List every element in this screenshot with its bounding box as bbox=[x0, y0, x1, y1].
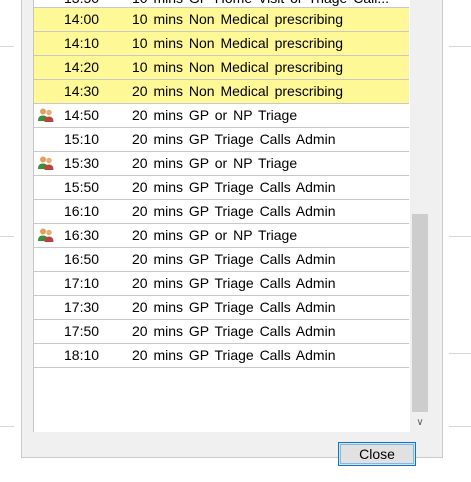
background-gridline bbox=[0, 426, 14, 427]
slot-time: 18:10 bbox=[64, 347, 100, 363]
slot-time: 17:30 bbox=[64, 299, 100, 315]
slot-row[interactable]: 17:10 20 mins GP Triage Calls Admin bbox=[34, 272, 409, 296]
slot-description: 20 mins GP Triage Calls Admin bbox=[132, 323, 336, 339]
slot-row[interactable]: 14:20 10 mins Non Medical prescribing bbox=[34, 56, 409, 80]
slot-description: 20 mins GP or NP Triage bbox=[132, 107, 298, 123]
slot-description: 20 mins GP Triage Calls Admin bbox=[132, 203, 336, 219]
background-gridline bbox=[449, 236, 471, 237]
background-gridline bbox=[449, 46, 471, 47]
slot-row[interactable]: 17:30 20 mins GP Triage Calls Admin bbox=[34, 296, 409, 320]
slot-description: 20 mins GP Triage Calls Admin bbox=[132, 131, 336, 147]
slot-row[interactable]: 16:50 20 mins GP Triage Calls Admin bbox=[34, 248, 409, 272]
slot-description: 20 mins Non Medical prescribing bbox=[132, 83, 344, 99]
people-group-icon bbox=[37, 107, 55, 123]
slot-description: 20 mins GP Triage Calls Admin bbox=[132, 347, 336, 363]
slot-time: 14:30 bbox=[64, 83, 100, 99]
vertical-scrollbar[interactable]: ∨ bbox=[410, 0, 430, 432]
close-button[interactable]: Close bbox=[338, 442, 416, 466]
scrollbar-thumb[interactable] bbox=[412, 214, 428, 412]
background-gridline bbox=[0, 46, 14, 47]
background-gridline bbox=[449, 353, 471, 354]
slot-row[interactable]: 13:50 10 mins GP Home Visit or Triage Cal… bbox=[34, 0, 409, 8]
slot-description: 20 mins GP or NP Triage bbox=[132, 227, 298, 243]
slot-row[interactable]: 14:50 20 mins GP or NP Triage bbox=[34, 104, 409, 128]
slot-time: 15:30 bbox=[64, 155, 100, 171]
slot-row[interactable]: 14:00 10 mins Non Medical prescribing bbox=[34, 8, 409, 32]
slot-description: 20 mins GP Triage Calls Admin bbox=[132, 299, 336, 315]
slot-row[interactable]: 16:10 20 mins GP Triage Calls Admin bbox=[34, 200, 409, 224]
scroll-down-arrow-icon[interactable]: ∨ bbox=[410, 414, 430, 432]
slot-time: 17:10 bbox=[64, 275, 100, 291]
slot-row[interactable]: 17:50 20 mins GP Triage Calls Admin bbox=[34, 320, 409, 344]
slot-description: 10 mins Non Medical prescribing bbox=[132, 11, 344, 27]
slot-row[interactable]: 14:10 10 mins Non Medical prescribing bbox=[34, 32, 409, 56]
slot-row[interactable]: 15:30 20 mins GP or NP Triage bbox=[34, 152, 409, 176]
slot-time: 16:30 bbox=[64, 227, 100, 243]
appointment-slots-dialog: 13:50 10 mins GP Home Visit or Triage Cal… bbox=[21, 0, 443, 466]
slot-description: 10 mins Non Medical prescribing bbox=[132, 59, 344, 75]
slot-time: 14:10 bbox=[64, 35, 100, 51]
slot-row[interactable]: 15:50 20 mins GP Triage Calls Admin bbox=[34, 176, 409, 200]
slot-time: 15:10 bbox=[64, 131, 100, 147]
slot-time: 16:50 bbox=[64, 251, 100, 267]
slot-description: 20 mins GP Triage Calls Admin bbox=[132, 251, 336, 267]
slot-row[interactable]: 16:30 20 mins GP or NP Triage bbox=[34, 224, 409, 248]
slot-time: 14:50 bbox=[64, 107, 100, 123]
slot-description: 20 mins GP Triage Calls Admin bbox=[132, 275, 336, 291]
background-gridline bbox=[0, 236, 14, 237]
slot-listbox[interactable]: 13:50 10 mins GP Home Visit or Triage Cal… bbox=[33, 0, 430, 432]
slot-description: 10 mins Non Medical prescribing bbox=[132, 35, 344, 51]
people-group-icon bbox=[37, 227, 55, 243]
slot-time: 17:50 bbox=[64, 323, 100, 339]
slot-description: 20 mins GP or NP Triage bbox=[132, 155, 298, 171]
slot-description: 20 mins GP Triage Calls Admin bbox=[132, 179, 336, 195]
slot-time: 16:10 bbox=[64, 203, 100, 219]
slot-time: 14:20 bbox=[64, 59, 100, 75]
slot-row[interactable]: 18:10 20 mins GP Triage Calls Admin bbox=[34, 344, 409, 368]
slot-row[interactable]: 15:10 20 mins GP Triage Calls Admin bbox=[34, 128, 409, 152]
slot-description: 10 mins GP Home Visit or Triage Call... bbox=[132, 0, 389, 5]
slot-list: 13:50 10 mins GP Home Visit or Triage Cal… bbox=[34, 0, 409, 368]
slot-time: 14:00 bbox=[64, 11, 100, 27]
people-group-icon bbox=[37, 155, 55, 171]
slot-row[interactable]: 14:30 20 mins Non Medical prescribing bbox=[34, 80, 409, 104]
background-gridline bbox=[449, 426, 471, 427]
slot-time: 15:50 bbox=[64, 179, 100, 195]
slot-time: 13:50 bbox=[64, 0, 99, 5]
